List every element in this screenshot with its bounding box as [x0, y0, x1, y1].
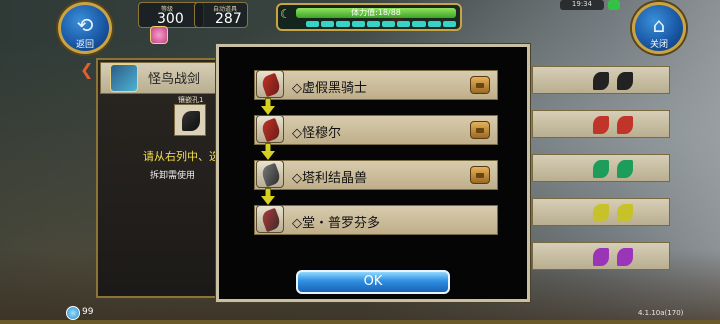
close-button[interactable]: ⌂ 关闭	[632, 2, 686, 54]
coin-count: 99	[82, 307, 94, 317]
green-gem-icon	[593, 160, 609, 178]
down-arrow-icon	[261, 98, 275, 116]
back-icon: ⟲	[76, 13, 94, 37]
bag-icon[interactable]	[470, 166, 490, 184]
stage-claw-icon	[256, 205, 284, 233]
evolution-stage-row	[254, 70, 498, 100]
down-arrow-icon	[261, 143, 275, 161]
purple-gem-icon	[617, 248, 633, 266]
status-clock: 19:34	[560, 0, 604, 10]
sword-icon	[110, 64, 138, 92]
claw-gem-icon	[182, 111, 200, 131]
gem-row[interactable]	[532, 110, 670, 138]
gem-row[interactable]	[532, 242, 670, 270]
gem-row[interactable]	[532, 154, 670, 182]
bag-icon[interactable]	[470, 121, 490, 139]
close-button-label: 关闭	[649, 40, 668, 50]
gem-row[interactable]	[532, 198, 670, 226]
expand-arrow-icon[interactable]: ❮	[80, 60, 93, 79]
purple-gem-icon	[593, 248, 609, 266]
item-stat: 自动道具 287	[194, 2, 403, 28]
bottom-bar	[0, 320, 720, 324]
socket-slot[interactable]	[174, 104, 206, 136]
ok-button[interactable]: OK	[296, 270, 450, 294]
yellow-gem-icon	[593, 204, 609, 222]
back-button[interactable]: ⟲ 返回	[58, 2, 112, 54]
stage-name: ◇怪穆尔	[292, 126, 341, 141]
coin-icon	[66, 306, 80, 320]
hint-text: 请从右列中、选	[143, 150, 220, 163]
stamina-fill: 体力值:18/88	[296, 8, 456, 18]
gift-icon[interactable]	[150, 26, 168, 44]
battery-icon	[608, 0, 620, 10]
down-arrow-icon	[261, 188, 275, 206]
bag-icon[interactable]	[470, 76, 490, 94]
stage-claw-icon	[256, 115, 284, 143]
red-gem-icon	[617, 116, 633, 134]
red-gem-icon	[593, 116, 609, 134]
stage-claw-icon	[256, 160, 284, 188]
evolution-stage-row	[254, 160, 498, 190]
stage-claw-icon	[256, 70, 284, 98]
black-gem-icon	[593, 72, 609, 90]
yellow-gem-icon	[617, 204, 633, 222]
stage-name: ◇虚假黑骑士	[292, 81, 367, 96]
stage-name: ◇塔利结晶兽	[292, 171, 367, 186]
hint-subtext: 拆卸需使用	[150, 171, 196, 181]
stamina-segments	[306, 21, 457, 27]
level-value: 300	[157, 11, 184, 27]
moon-icon: ☾	[280, 7, 291, 21]
item-value: 287	[215, 11, 242, 27]
black-gem-icon	[617, 72, 633, 90]
home-icon: ⌂	[652, 13, 666, 37]
stamina-bar: ☾ 体力值:18/88	[276, 3, 462, 31]
green-gem-icon	[617, 160, 633, 178]
gem-row[interactable]	[532, 66, 670, 94]
stage-name: ◇堂・普罗芬多	[292, 216, 380, 231]
item-name: 怪鸟战剑	[148, 72, 201, 87]
evolution-stage-row	[254, 115, 498, 145]
stamina-label: 体力值:18/88	[351, 8, 401, 17]
back-button-label: 返回	[75, 40, 94, 50]
version-label: 4.1.10a(170)	[638, 309, 684, 317]
